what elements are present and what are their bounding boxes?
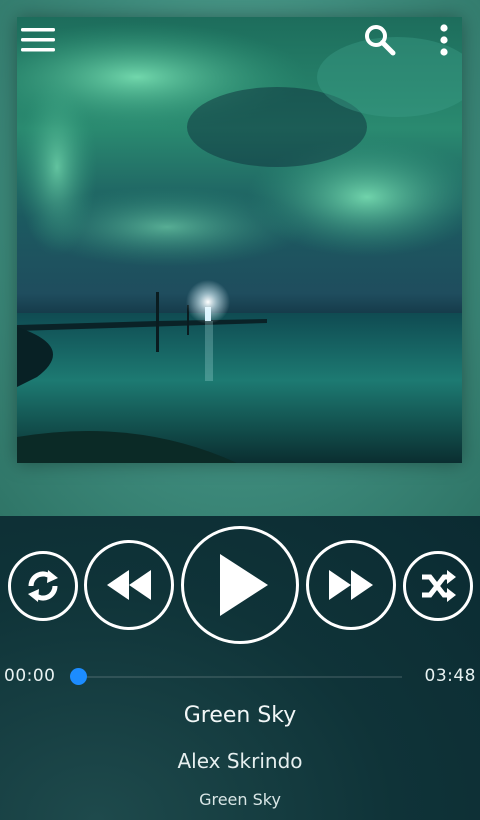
menu-button[interactable]	[16, 18, 60, 62]
elapsed-time: 00:00	[4, 666, 56, 686]
seek-thumb[interactable]	[70, 668, 87, 685]
next-button[interactable]	[306, 540, 396, 630]
album-cover-image	[17, 17, 462, 463]
more-vertical-icon	[440, 24, 448, 56]
repeat-icon	[28, 570, 58, 602]
hamburger-menu-icon	[21, 28, 55, 52]
track-title: Green Sky	[183, 703, 297, 728]
track-album: Green Sky	[199, 790, 281, 809]
play-icon	[220, 554, 268, 616]
track-artist: Alex Skrindo	[177, 749, 303, 773]
more-options-button[interactable]	[422, 18, 466, 62]
seek-bar[interactable]	[70, 667, 402, 687]
shuffle-button[interactable]	[403, 551, 473, 621]
seek-track	[78, 676, 402, 678]
rewind-icon	[107, 570, 151, 600]
repeat-button[interactable]	[8, 551, 78, 621]
fast-forward-icon	[329, 570, 373, 600]
shuffle-icon	[422, 570, 456, 602]
album-cover-artwork	[17, 17, 462, 463]
previous-button[interactable]	[84, 540, 174, 630]
search-icon	[365, 25, 396, 56]
total-duration: 03:48	[424, 666, 476, 686]
play-button[interactable]	[181, 526, 299, 644]
search-button[interactable]	[358, 18, 402, 62]
music-player-screen: 00:00 03:48 Green Sky Alex Skrindo Green…	[0, 0, 480, 820]
